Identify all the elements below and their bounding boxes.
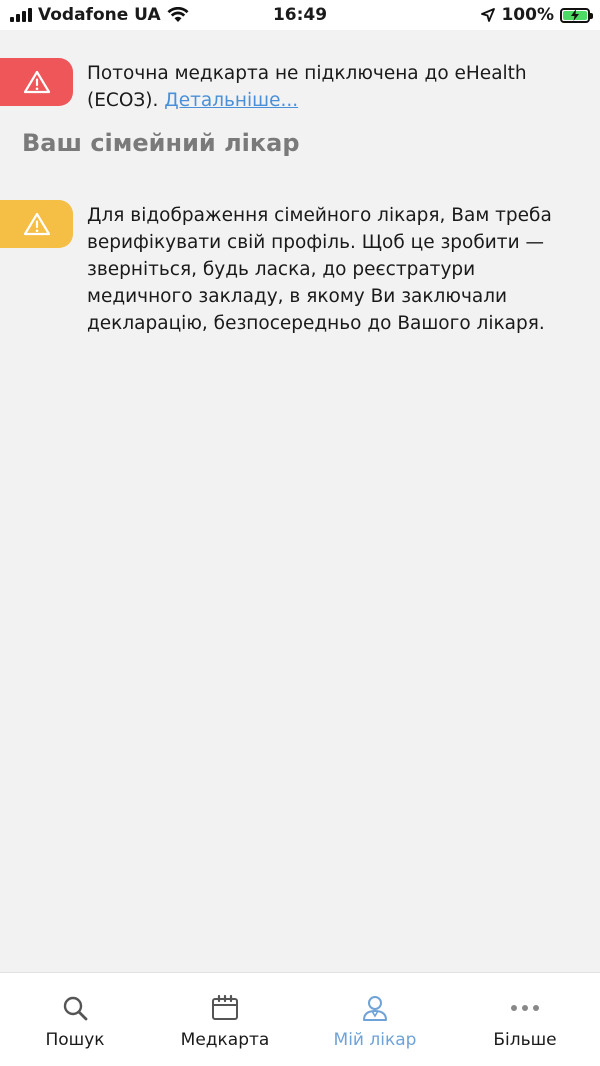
tab-label: Більше: [493, 1030, 557, 1050]
status-left: Vodafone UA: [10, 5, 189, 25]
tab-label: Медкарта: [180, 1030, 270, 1050]
tab-label: Мій лікар: [333, 1030, 417, 1050]
calendar-icon: [211, 993, 239, 1023]
battery-icon: [560, 7, 593, 23]
signal-icon: [10, 8, 32, 22]
bottom-tab-bar: Пошук Медкарта Мій лікар Більше: [0, 972, 600, 1066]
page-title: Ваш сімейний лікар: [22, 129, 300, 157]
tab-more[interactable]: Більше: [450, 973, 600, 1066]
tab-label: Пошук: [45, 1030, 105, 1050]
ehealth-alert-message: Поточна медкарта не підключена до eHealt…: [87, 58, 567, 114]
warning-icon: [23, 70, 50, 94]
more-icon: [510, 993, 540, 1023]
details-link[interactable]: Детальніше...: [164, 90, 298, 111]
location-arrow-icon: [481, 8, 496, 22]
warning-icon: [23, 212, 50, 236]
ehealth-alert-text: Поточна медкарта не підключена до eHealt…: [87, 63, 527, 111]
verify-alert-text: Для відображення сімейного лікаря, Вам т…: [87, 205, 552, 334]
doctor-icon: [361, 993, 389, 1023]
alert-badge-warning: [0, 200, 73, 248]
tab-medcard[interactable]: Медкарта: [150, 973, 300, 1066]
status-right: 100%: [481, 5, 593, 25]
wifi-icon: [167, 7, 189, 22]
battery-percent: 100%: [501, 5, 554, 25]
tab-search[interactable]: Пошук: [0, 973, 150, 1066]
search-icon: [62, 993, 88, 1023]
ehealth-alert: Поточна медкарта не підключена до eHealt…: [0, 58, 567, 114]
tab-my-doctor[interactable]: Мій лікар: [300, 973, 450, 1066]
carrier-name: Vodafone UA: [38, 5, 161, 25]
screen: Vodafone UA 16:49 100% Поточна медкарта …: [0, 0, 600, 1066]
status-bar: Vodafone UA 16:49 100%: [0, 0, 600, 30]
alert-badge-error: [0, 58, 73, 106]
verify-alert: Для відображення сімейного лікаря, Вам т…: [0, 200, 567, 337]
